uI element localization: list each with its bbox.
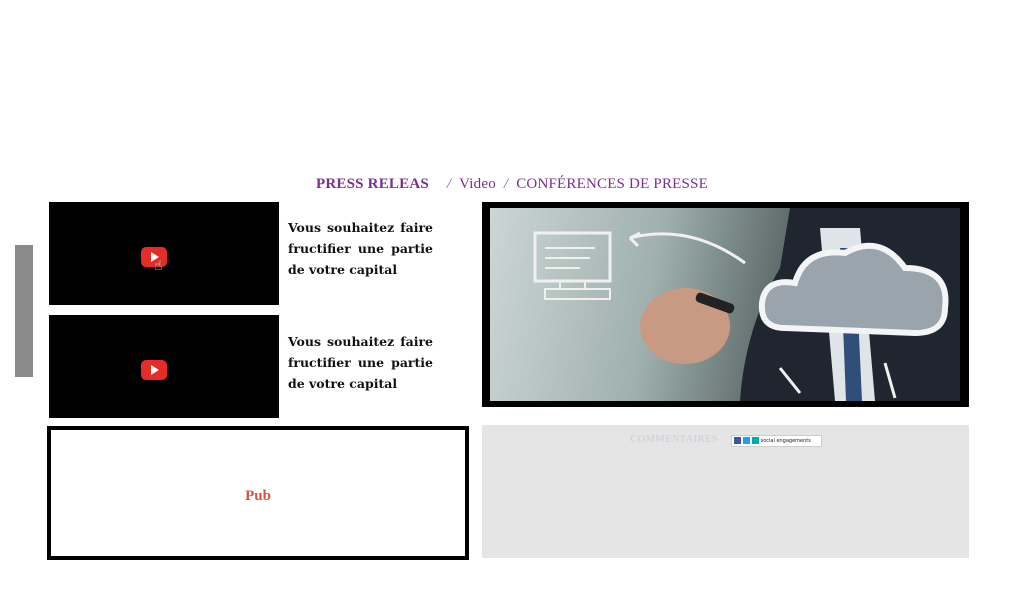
comments-panel: COMMENTAIRES social engagements [482,425,969,558]
video-thumbnail-2[interactable] [49,315,279,418]
hero-image-frame [482,202,969,407]
comments-title: COMMENTAIRES [630,434,718,445]
ad-banner[interactable]: Pub [47,426,469,560]
nav-video[interactable]: Video [459,176,496,192]
breadcrumb-nav: PRESS RELEAS / Video / CONFÉRENCES DE PR… [0,176,1024,193]
nav-conferences[interactable]: CONFÉRENCES DE PRESSE [516,176,708,192]
ad-label: Pub [245,488,271,504]
cloud-computing-image [490,208,960,401]
twitter-icon[interactable] [743,437,750,444]
side-scrollbar[interactable] [15,245,33,377]
video-description-1: Vous souhaitez faire fructifier une part… [288,220,433,277]
youtube-play-icon[interactable] [141,360,167,380]
social-widget-text: social engagements [760,438,811,444]
video-description-2: Vous souhaitez faire fructifier une part… [288,334,433,391]
facebook-icon[interactable] [734,437,741,444]
nav-separator: / [446,176,452,192]
hand-cursor-icon: ☝ [154,258,163,274]
social-widget[interactable]: social engagements [731,435,822,447]
nav-press-releases[interactable]: PRESS RELEAS [316,176,429,192]
video-thumbnail-1[interactable]: ☝ [49,202,279,305]
nav-separator: / [503,176,509,192]
share-icon[interactable] [752,437,759,444]
